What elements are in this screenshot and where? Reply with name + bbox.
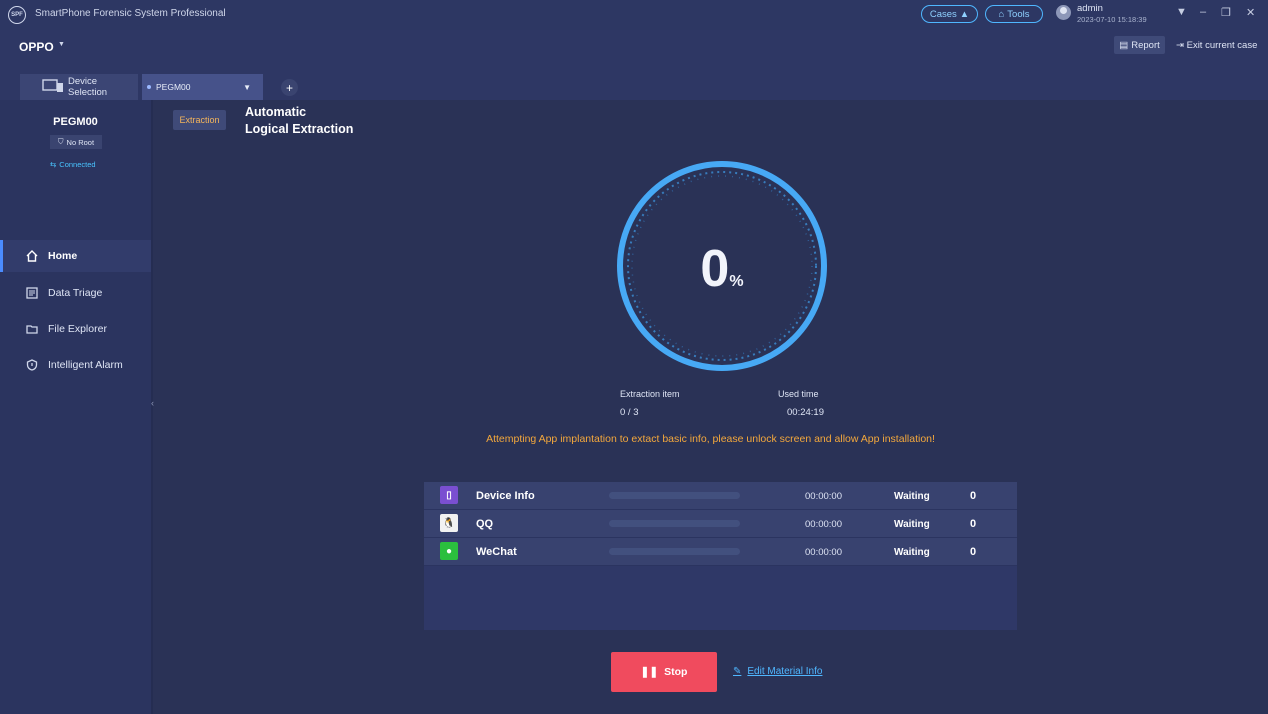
progress-number: 0 xyxy=(700,240,730,298)
qq-icon: 🐧 xyxy=(440,514,458,532)
table-row: ● WeChat 00:00:00 Waiting 0 xyxy=(424,538,1017,566)
app-name: WeChat xyxy=(476,546,517,558)
table-row: 🐧 QQ 00:00:00 Waiting 0 xyxy=(424,510,1017,538)
sidebar-item-file-explorer[interactable]: File Explorer xyxy=(0,313,151,345)
dropdown-icon[interactable]: ▼ xyxy=(1176,6,1187,18)
progress-ring: 0% xyxy=(615,159,829,373)
table-row: ▯ Device Info 00:00:00 Waiting 0 xyxy=(424,482,1017,510)
shield-icon: ⛉ xyxy=(57,137,64,146)
edit-label: Edit Material Info xyxy=(747,666,823,677)
app-logo: SPF xyxy=(8,6,26,24)
stop-label: Stop xyxy=(664,666,688,678)
item-progress-bar xyxy=(609,548,740,555)
tools-icon: ⌂ xyxy=(998,8,1005,20)
item-count: 0 xyxy=(970,546,977,558)
item-time: 00:00:00 xyxy=(805,491,842,502)
sidebar-item-home[interactable]: Home xyxy=(0,240,151,272)
minimize-icon[interactable]: – xyxy=(1200,6,1206,18)
cases-button[interactable]: Cases ▲ xyxy=(921,5,978,23)
connection-status: ⇆ Connected xyxy=(50,160,96,169)
title-line-2: Logical Extraction xyxy=(245,122,354,136)
sidebar-item-label: Data Triage xyxy=(48,287,103,299)
sidebar: PEGM00 ⛉ No Root ⇆ Connected Home Data T… xyxy=(0,100,151,714)
item-time: 00:00:00 xyxy=(805,547,842,558)
plus-icon: + xyxy=(285,80,293,95)
add-tab-button[interactable]: + xyxy=(281,79,298,96)
header-bar: OPPO ▼ ▤ Report ⇥ Exit current case Devi… xyxy=(0,30,1268,100)
item-status: Waiting xyxy=(894,519,930,530)
home-icon xyxy=(26,250,38,262)
chevron-down-icon[interactable]: ▼ xyxy=(58,41,65,48)
tools-label: Tools xyxy=(1007,8,1030,20)
cases-label: Cases xyxy=(929,8,957,20)
user-name: admin xyxy=(1077,3,1103,14)
main-panel: Extraction Automatic Logical Extraction … xyxy=(153,100,1268,714)
progress-value: 0% xyxy=(615,239,829,299)
item-progress-bar xyxy=(609,492,740,499)
used-time-value: 00:24:19 xyxy=(787,407,824,418)
report-button[interactable]: ▤ Report xyxy=(1114,36,1165,54)
device-info-icon: ▯ xyxy=(440,486,458,504)
title-bar: SPF SmartPhone Forensic System Professio… xyxy=(0,0,1268,30)
item-status: Waiting xyxy=(894,491,930,502)
edit-icon: ✎ xyxy=(733,666,742,677)
page-title: Automatic Logical Extraction xyxy=(245,104,353,138)
app-name: Device Info xyxy=(476,490,535,502)
selected-device: PEGM00 xyxy=(156,82,191,92)
restore-icon[interactable]: ❐ xyxy=(1221,6,1231,19)
extraction-item-label: Extraction item xyxy=(620,389,680,399)
app-title: SmartPhone Forensic System Professional xyxy=(35,8,226,19)
extraction-chip: Extraction xyxy=(173,110,226,130)
root-status: No Root xyxy=(66,137,95,147)
avatar[interactable] xyxy=(1056,5,1071,20)
item-progress-bar xyxy=(609,520,740,527)
close-icon[interactable]: ✕ xyxy=(1246,6,1255,19)
title-line-1: Automatic xyxy=(245,105,307,119)
device-selection-label: Device Selection xyxy=(68,76,108,98)
item-count: 0 xyxy=(970,518,977,530)
sidebar-item-data-triage[interactable]: Data Triage xyxy=(0,277,151,309)
chevron-down-icon: ▼ xyxy=(243,82,251,92)
sidebar-item-intelligent-alarm[interactable]: Intelligent Alarm xyxy=(0,349,151,381)
status-dot-icon xyxy=(147,85,151,89)
stop-button[interactable]: ❚❚ Stop xyxy=(611,652,717,692)
brand-name[interactable]: OPPO xyxy=(19,40,54,54)
extraction-item-value: 0 / 3 xyxy=(620,407,639,418)
chevron-up-icon: ▲ xyxy=(959,8,970,20)
progress-symbol: % xyxy=(729,273,744,290)
exit-label: Exit current case xyxy=(1186,40,1258,51)
connection-label: Connected xyxy=(59,160,96,169)
alarm-icon xyxy=(26,359,38,371)
triage-icon xyxy=(26,287,38,299)
edit-material-info-link[interactable]: ✎ Edit Material Info xyxy=(733,666,822,677)
folder-icon xyxy=(26,323,38,335)
report-icon: ▤ xyxy=(1119,39,1129,51)
app-name: QQ xyxy=(476,518,494,530)
exit-case-button[interactable]: ⇥ Exit current case xyxy=(1176,40,1257,51)
sidebar-item-label: File Explorer xyxy=(48,323,107,335)
item-time: 00:00:00 xyxy=(805,519,842,530)
link-icon: ⇆ xyxy=(50,160,57,169)
sidebar-item-label: Intelligent Alarm xyxy=(48,359,123,371)
tools-button[interactable]: ⌂ Tools xyxy=(985,5,1043,23)
used-time-label: Used time xyxy=(778,389,819,399)
item-count: 0 xyxy=(970,490,977,502)
device-selection-tab[interactable]: Device Selection xyxy=(20,74,138,100)
item-status: Waiting xyxy=(894,547,930,558)
devices-icon xyxy=(42,78,64,96)
pause-icon: ❚❚ xyxy=(640,666,659,678)
device-dropdown[interactable]: PEGM00 ▼ xyxy=(142,74,263,100)
datetime: 2023-07-10 15:18:39 xyxy=(1077,15,1147,24)
exit-icon: ⇥ xyxy=(1176,40,1184,51)
warning-message: Attempting App implantation to extact ba… xyxy=(486,433,935,445)
wechat-icon: ● xyxy=(440,542,458,560)
root-status-badge: ⛉ No Root xyxy=(50,135,102,149)
report-label: Report xyxy=(1131,39,1160,51)
sidebar-item-label: Home xyxy=(48,250,78,262)
device-name: PEGM00 xyxy=(53,116,98,128)
extraction-table: ▯ Device Info 00:00:00 Waiting 0 🐧 QQ 00… xyxy=(424,482,1017,630)
